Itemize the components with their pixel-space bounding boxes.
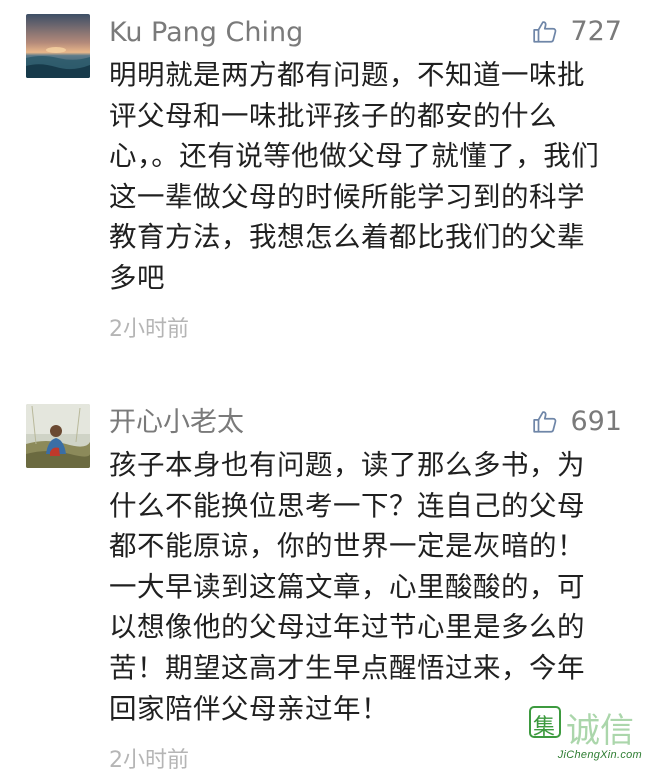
sunset-sea-avatar-icon [26, 14, 90, 78]
comment-timestamp: 2小时前 [109, 317, 189, 342]
like-button[interactable]: 691 [532, 404, 622, 440]
site-watermark: 集 诚信 JiChengXin.com [526, 701, 642, 761]
thumbs-up-icon [533, 21, 557, 43]
woman-outdoor-avatar-icon [26, 404, 90, 468]
watermark-logo-text: 诚信 [566, 711, 634, 751]
user-avatar[interactable] [26, 404, 90, 468]
watermark-logo-char: 集 [533, 715, 556, 740]
comment-text: 明明就是两方都有问题，不知道一味批评父母和一味批评孩子的都安的什么心，。还有说等… [109, 59, 600, 294]
comment-text: 孩子本身也有问题，读了那么多书，为什么不能换位思考一下？连自己的父母都不能原谅，… [109, 449, 585, 725]
comment-username[interactable]: Ku Pang Ching [109, 15, 303, 51]
like-button[interactable]: 727 [532, 14, 622, 50]
watermark-site: JiChengXin.com [557, 749, 642, 761]
like-count: 727 [570, 16, 622, 47]
comment-username[interactable]: 开心小老太 [109, 405, 244, 441]
like-count: 691 [570, 406, 622, 437]
user-avatar[interactable] [26, 14, 90, 78]
comment-timestamp: 2小时前 [109, 748, 189, 773]
thumbs-up-icon [533, 411, 557, 433]
